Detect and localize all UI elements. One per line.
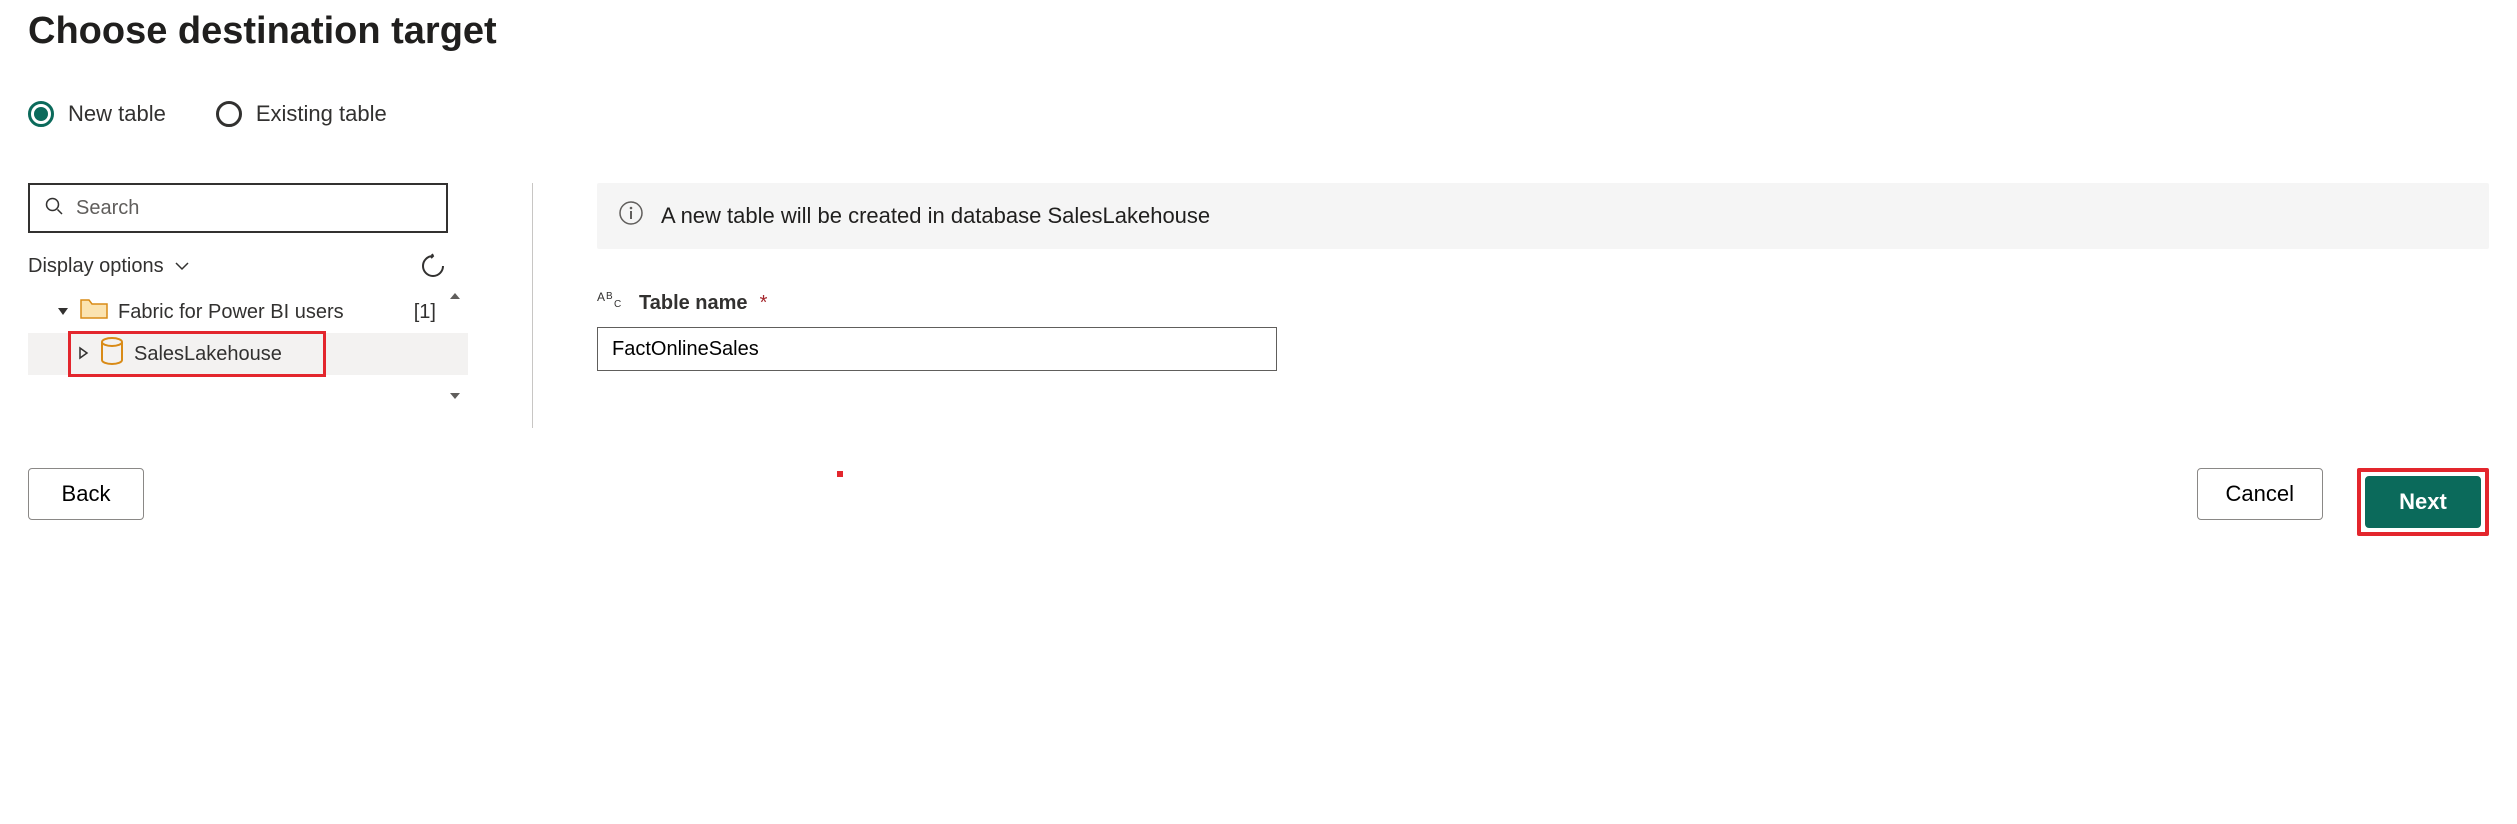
annotation-dot: [837, 471, 843, 477]
existing-table-radio[interactable]: Existing table: [216, 101, 387, 127]
table-name-label: Table name: [639, 292, 748, 315]
info-icon: [619, 201, 643, 231]
new-table-label: New table: [68, 101, 166, 127]
tree-workspace-row[interactable]: Fabric for Power BI users [1]: [28, 291, 468, 333]
highlight-annotation: [68, 331, 326, 377]
search-icon: [44, 196, 64, 221]
required-asterisk: *: [760, 292, 768, 315]
page-title: Choose destination target: [28, 10, 2489, 53]
svg-text:B: B: [606, 291, 613, 302]
search-box[interactable]: [28, 183, 448, 233]
existing-table-label: Existing table: [256, 101, 387, 127]
expanded-caret-icon: [56, 301, 70, 324]
radio-unchecked-icon: [216, 101, 242, 127]
cancel-button[interactable]: Cancel: [2197, 468, 2323, 520]
search-input[interactable]: [76, 197, 432, 220]
navigation-tree: Fabric for Power BI users [1] SalesLakeh…: [28, 291, 468, 375]
table-name-label-row: ABC Table name *: [597, 289, 2489, 317]
refresh-button[interactable]: [420, 253, 446, 279]
info-banner: A new table will be created in database …: [597, 183, 2489, 249]
highlight-annotation-next: Next: [2357, 468, 2489, 536]
chevron-down-icon: [174, 255, 190, 278]
tree-workspace-label: Fabric for Power BI users: [118, 301, 344, 324]
back-button[interactable]: Back: [28, 468, 144, 520]
info-banner-text: A new table will be created in database …: [661, 203, 1210, 229]
radio-checked-icon: [28, 101, 54, 127]
scroll-down-icon: [448, 391, 462, 401]
svg-text:C: C: [614, 299, 621, 310]
tree-scrollbar[interactable]: [448, 291, 468, 401]
next-button[interactable]: Next: [2365, 476, 2481, 528]
svg-text:A: A: [597, 290, 605, 304]
table-type-radiogroup: New table Existing table: [28, 101, 2489, 127]
display-options-label: Display options: [28, 255, 164, 278]
abc-type-icon: ABC: [597, 289, 627, 317]
new-table-radio[interactable]: New table: [28, 101, 166, 127]
scroll-up-icon: [448, 291, 462, 301]
vertical-divider: [532, 183, 533, 428]
folder-icon: [80, 298, 108, 326]
display-options-dropdown[interactable]: Display options: [28, 255, 190, 278]
table-name-input[interactable]: [597, 327, 1277, 371]
